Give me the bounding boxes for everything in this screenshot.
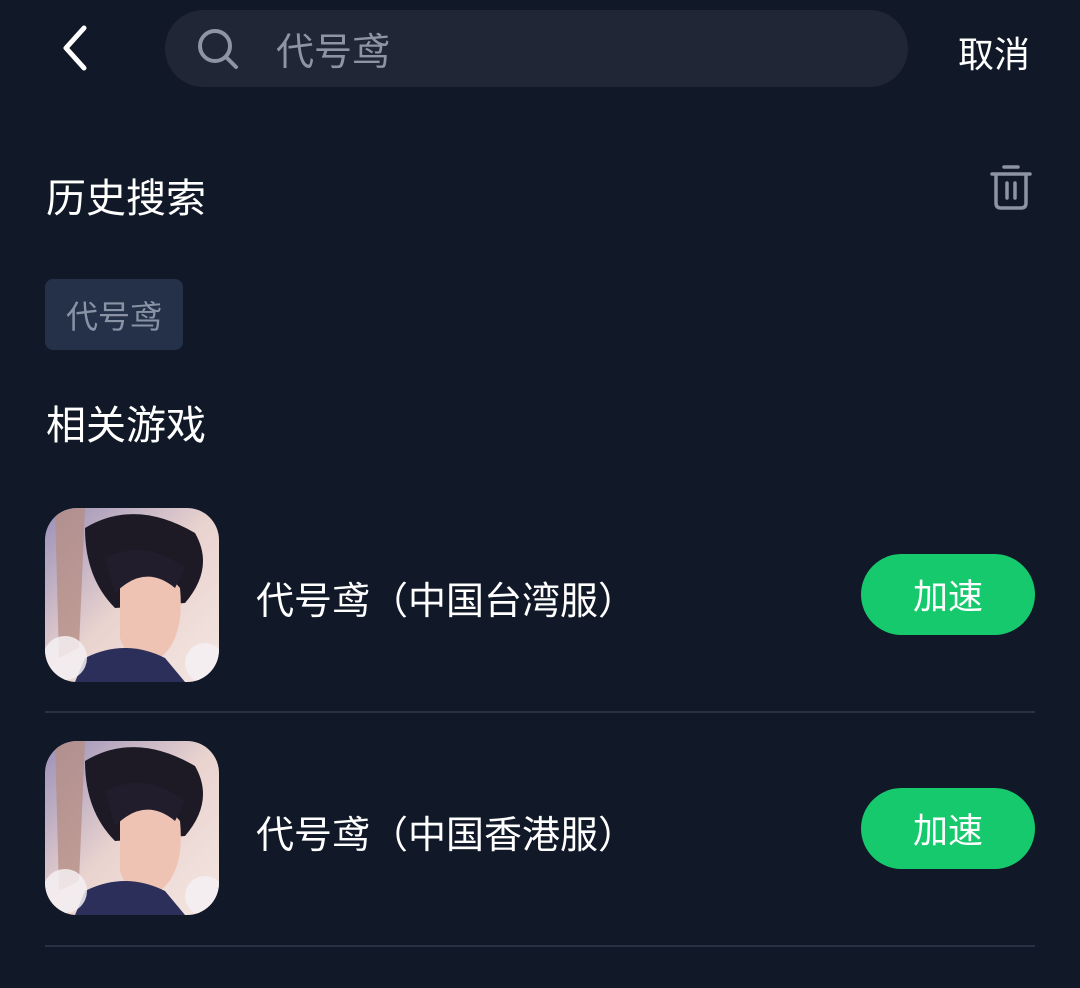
search-icon [198, 29, 238, 69]
game-name: 代号鸢（中国香港服） [256, 813, 637, 857]
trash-icon [990, 165, 1032, 210]
accelerate-button[interactable]: 加速 [861, 554, 1035, 635]
history-title: 历史搜索 [46, 176, 206, 222]
game-icon [45, 741, 219, 915]
search-input[interactable] [276, 16, 876, 80]
game-row[interactable]: 代号鸢（中国台湾服） 加速 [0, 490, 1080, 724]
chevron-left-icon [63, 25, 87, 71]
game-name: 代号鸢（中国台湾服） [256, 579, 637, 623]
search-page: 取消 历史搜索 代号鸢 相关游戏 [0, 0, 1080, 988]
accelerate-button[interactable]: 加速 [861, 788, 1035, 869]
game-icon [45, 508, 219, 682]
clear-history-button[interactable] [984, 160, 1038, 214]
cancel-button[interactable]: 取消 [958, 26, 1030, 78]
back-button[interactable] [48, 22, 100, 74]
divider [45, 945, 1035, 947]
divider [45, 711, 1035, 713]
history-chip[interactable]: 代号鸢 [45, 279, 183, 350]
game-row[interactable]: 代号鸢（中国香港服） 加速 [0, 724, 1080, 958]
related-games-title: 相关游戏 [46, 403, 206, 449]
